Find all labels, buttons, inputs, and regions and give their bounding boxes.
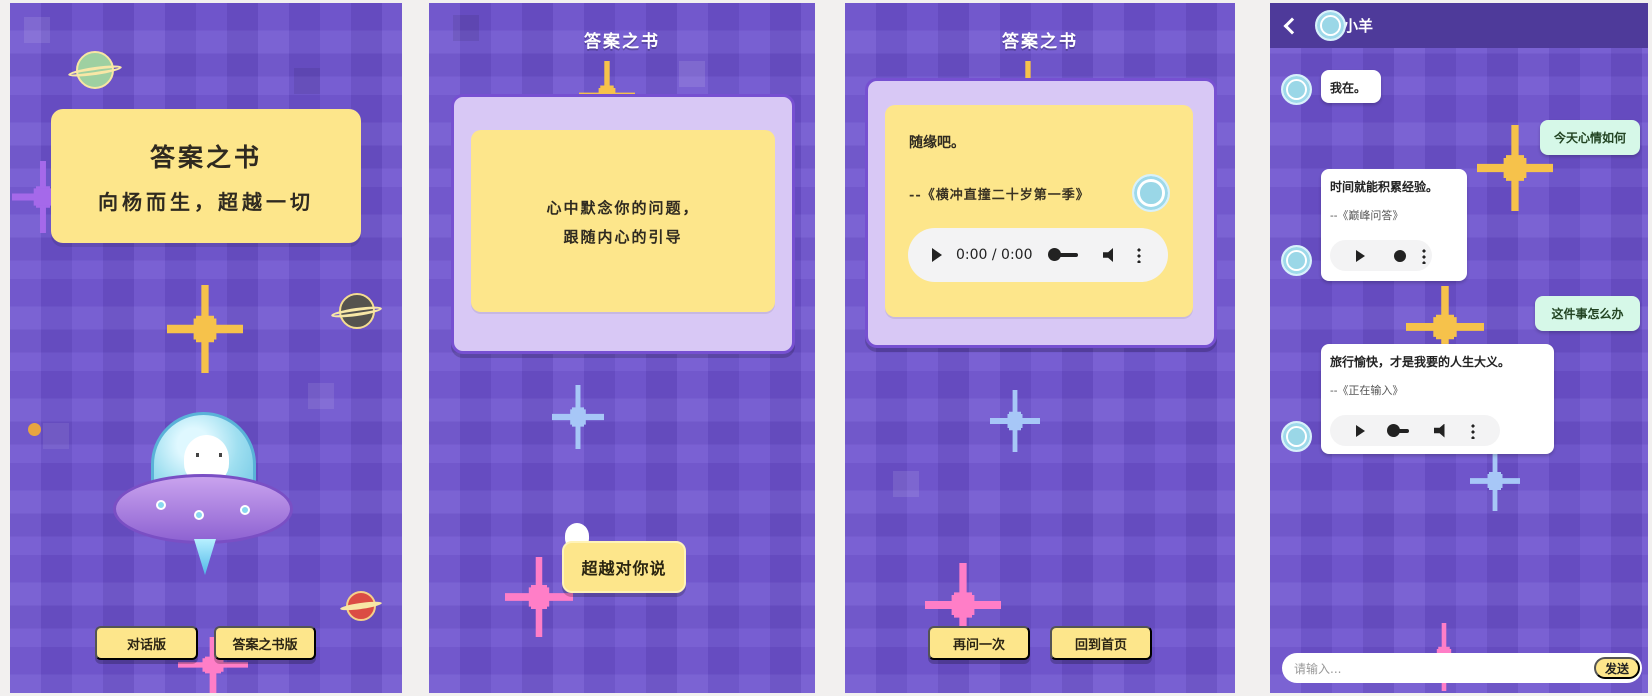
bot-message: 时间就能积累经验。 --《巅峰问答》 <box>1321 169 1467 281</box>
audio-player[interactable] <box>1330 240 1432 271</box>
answer-card: 随缘吧。 --《横冲直撞二十岁第一季》 0:00 / 0:00 <box>885 105 1193 317</box>
dialog-mode-button[interactable]: 对话版 <box>95 626 198 660</box>
chat-input[interactable]: 请输入... 发送 <box>1282 653 1642 683</box>
answer-card-frame: 心中默念你的问题， 跟随内心的引导 <box>451 94 795 354</box>
home-screen: 答案之书 向杨而生，超越一切 对话版 答案之书版 <box>10 3 402 693</box>
message-source: --《正在输入》 <box>1330 384 1404 397</box>
record-icon <box>1394 249 1406 262</box>
planet-icon <box>67 51 123 89</box>
page-title: 答案之书 <box>1002 32 1078 52</box>
bot-message: 旅行愉快，才是我要的人生大义。 --《正在输入》 <box>1321 344 1554 454</box>
star-icon <box>552 385 604 449</box>
pixel-decoration <box>893 471 919 497</box>
prompt-line-1: 心中默念你的问题， <box>546 199 700 217</box>
back-home-button[interactable]: 回到首页 <box>1050 626 1152 660</box>
message-source: --《巅峰问答》 <box>1330 209 1404 222</box>
chat-contact-name: 小羊 <box>1343 17 1374 35</box>
message-text: 时间就能积累经验。 <box>1330 180 1439 194</box>
question-prompt: 心中默念你的问题， 跟随内心的引导 <box>471 194 775 252</box>
audio-progress-slider[interactable] <box>1387 423 1409 437</box>
audio-player[interactable]: 0:00 / 0:00 <box>908 228 1168 282</box>
chat-screen: 小羊 我在。 今天心情如何 时间就能积累经验。 --《巅峰问答》 这件事怎么办 … <box>1270 3 1648 693</box>
audio-player[interactable] <box>1330 415 1500 446</box>
audio-time: 0:00 / 0:00 <box>956 247 1033 263</box>
answer-screen: 答案之书 随缘吧。 --《横冲直撞二十岁第一季》 0:00 / 0:00 再问一… <box>845 3 1235 693</box>
back-arrow-icon[interactable] <box>1283 17 1301 34</box>
planet-icon <box>28 423 41 436</box>
reveal-answer-button[interactable]: 超越对你说 <box>562 541 686 593</box>
star-icon <box>1470 451 1520 511</box>
answer-source: --《横冲直撞二十岁第一季》 <box>909 188 1090 203</box>
answer-text: 随缘吧。 <box>909 135 965 151</box>
user-message: 这件事怎么办 <box>1535 296 1640 331</box>
answer-card: 心中默念你的问题， 跟随内心的引导 <box>471 130 775 312</box>
ufo-sheep-icon <box>113 412 293 575</box>
more-options-icon[interactable] <box>1471 422 1475 439</box>
chat-header: 小羊 <box>1270 3 1648 48</box>
question-screen: 答案之书 心中默念你的问题， 跟随内心的引导 超越对你说 <box>429 3 815 693</box>
app-title: 答案之书 <box>149 142 262 172</box>
volume-icon[interactable] <box>1102 248 1113 262</box>
pixel-decoration <box>453 15 479 41</box>
more-options-icon[interactable] <box>1422 247 1426 264</box>
page-title: 答案之书 <box>584 32 660 52</box>
pixel-decoration <box>43 423 69 449</box>
sheep-avatar-icon <box>1281 421 1312 452</box>
bot-message: 我在。 <box>1321 70 1381 103</box>
sheep-avatar-icon <box>1315 10 1346 41</box>
user-message: 今天心情如何 <box>1540 120 1640 155</box>
message-text: 我在。 <box>1330 81 1367 95</box>
sheep-avatar-icon <box>1281 74 1312 105</box>
book-mode-button[interactable]: 答案之书版 <box>214 626 316 660</box>
chat-placeholder: 请输入... <box>1294 661 1342 676</box>
pixel-decoration <box>294 68 320 94</box>
app-subtitle: 向杨而生，超越一切 <box>98 189 314 214</box>
title-card: 答案之书 向杨而生，超越一切 <box>51 109 361 243</box>
volume-icon[interactable] <box>1434 423 1445 438</box>
send-button[interactable]: 发送 <box>1594 657 1640 679</box>
more-options-icon[interactable] <box>1136 247 1141 263</box>
answer-card-frame: 随缘吧。 --《横冲直撞二十岁第一季》 0:00 / 0:00 <box>865 78 1217 348</box>
sheep-avatar-icon <box>1132 174 1170 212</box>
star-icon <box>167 285 243 373</box>
pixel-decoration <box>679 61 705 87</box>
pixel-decoration <box>308 383 334 409</box>
pixel-decoration <box>24 17 50 43</box>
planet-icon <box>331 293 383 329</box>
ask-again-button[interactable]: 再问一次 <box>928 626 1030 660</box>
play-icon[interactable] <box>1356 424 1365 437</box>
star-icon <box>990 390 1040 452</box>
planet-icon <box>339 591 383 621</box>
audio-progress-slider[interactable] <box>1047 248 1078 261</box>
sheep-avatar-icon <box>1281 245 1312 276</box>
prompt-line-2: 跟随内心的引导 <box>563 228 683 246</box>
play-icon[interactable] <box>1356 249 1365 262</box>
play-icon[interactable] <box>932 248 942 262</box>
message-text: 旅行愉快，才是我要的人生大义。 <box>1330 355 1511 369</box>
